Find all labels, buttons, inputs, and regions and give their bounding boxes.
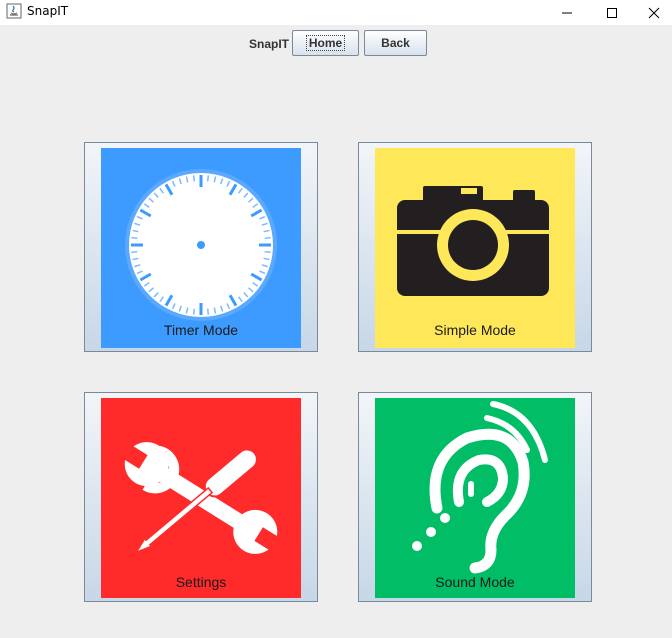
timer-mode-label: Timer Mode (163, 322, 239, 338)
clock-tick (192, 308, 196, 315)
minimize-icon (562, 12, 572, 13)
sound-mode-button[interactable]: Sound Mode (358, 392, 592, 602)
minimize-button[interactable] (544, 0, 590, 25)
settings-label: Settings (175, 574, 227, 590)
hearing-icon (412, 401, 548, 574)
title-bar: SnapIT (0, 0, 672, 25)
maximize-icon (607, 7, 617, 18)
clock-tick (192, 175, 196, 182)
back-button-label: Back (381, 36, 410, 50)
close-button[interactable] (634, 0, 672, 25)
simple-mode-button[interactable]: Simple Mode (358, 142, 592, 352)
home-button-label: Home (305, 35, 346, 51)
simple-mode-image: Simple Mode (375, 148, 575, 348)
camera-icon (397, 186, 549, 296)
clock-tick (206, 175, 210, 182)
clock-tick (131, 236, 138, 240)
timer-mode-image: Timer Mode (101, 148, 301, 348)
home-button[interactable]: Home (292, 30, 359, 56)
maximize-button[interactable] (589, 0, 635, 25)
timer-mode-button[interactable]: Timer Mode (84, 142, 318, 352)
back-button[interactable]: Back (364, 30, 427, 56)
clock-tick (264, 250, 271, 254)
app-label: SnapIT (249, 37, 290, 51)
tools-icon (123, 442, 279, 554)
sound-mode-label: Sound Mode (435, 574, 515, 590)
window-title: SnapIT (27, 4, 69, 18)
clock-tick (264, 236, 271, 240)
settings-button[interactable]: Settings (84, 392, 318, 602)
close-icon (648, 7, 660, 18)
settings-image: Settings (101, 398, 301, 598)
clock-tick (131, 250, 138, 254)
clock-tick (206, 308, 210, 315)
sound-mode-image: Sound Mode (375, 398, 575, 598)
clock-icon (125, 169, 277, 321)
simple-mode-label: Simple Mode (434, 322, 516, 338)
java-icon (6, 3, 22, 19)
